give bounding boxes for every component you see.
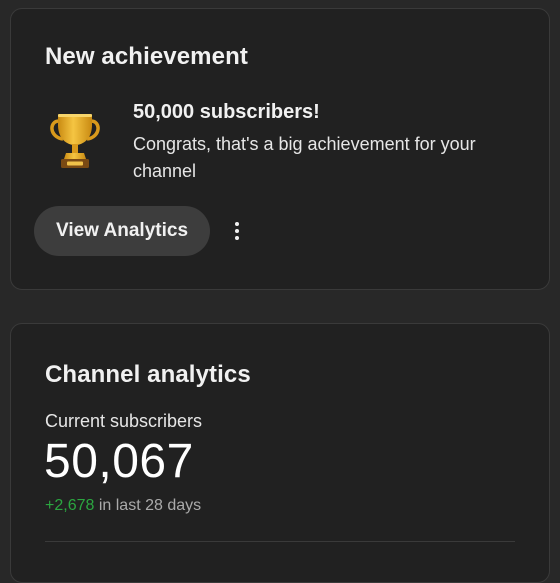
more-dot — [235, 229, 239, 233]
subscribers-period: in last 28 days — [98, 497, 202, 514]
more-dot — [235, 222, 239, 226]
achievement-card: New achievement 50,000 subscribers! Cong… — [10, 8, 550, 290]
subscribers-delta: +2,678 — [45, 497, 95, 514]
more-vert-icon[interactable] — [223, 214, 251, 248]
more-dot — [235, 236, 239, 240]
analytics-card-title: Channel analytics — [45, 361, 251, 388]
subscribers-change: +2,678 in last 28 days — [45, 497, 201, 515]
divider — [45, 541, 515, 542]
trophy-icon — [50, 114, 100, 168]
achievement-message: Congrats, that's a big achievement for y… — [133, 134, 476, 181]
view-analytics-button[interactable]: View Analytics — [34, 206, 211, 256]
subscribers-count: 50,067 — [44, 435, 194, 488]
channel-analytics-card: Channel analytics Current subscribers 50… — [10, 323, 550, 583]
achievement-card-title: New achievement — [45, 43, 248, 70]
subscribers-label: Current subscribers — [45, 411, 203, 431]
achievement-heading: 50,000 subscribers! — [133, 101, 320, 123]
